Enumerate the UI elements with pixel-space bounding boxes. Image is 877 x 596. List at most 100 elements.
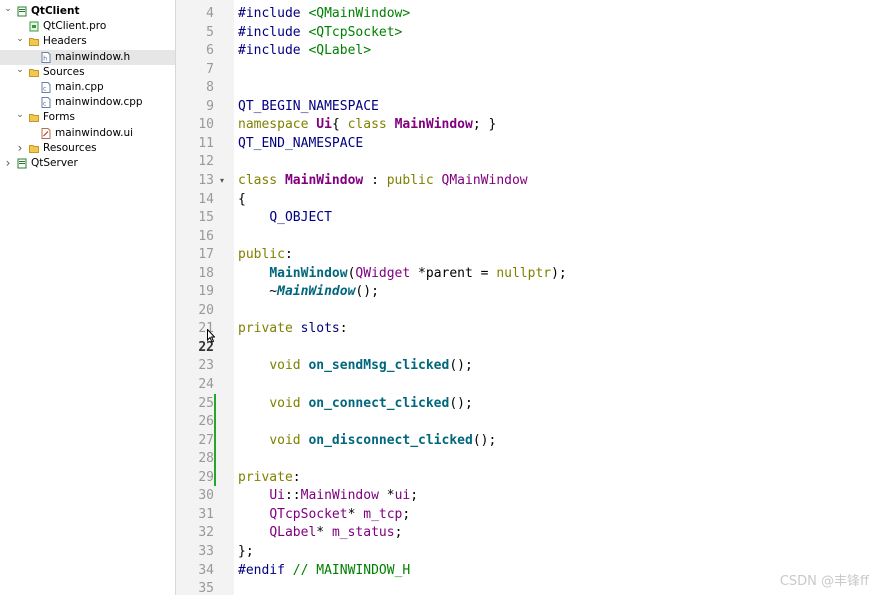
- code-line[interactable]: #include <QTcpSocket>: [238, 25, 402, 40]
- tree-item-label: mainwindow.cpp: [55, 96, 143, 109]
- code-line[interactable]: void on_disconnect_clicked();: [238, 433, 496, 448]
- code-line[interactable]: MainWindow(QWidget *parent = nullptr);: [238, 266, 566, 281]
- tree-item-label: Headers: [43, 35, 87, 48]
- tree-item-label: QtClient: [31, 5, 80, 17]
- code-line[interactable]: #endif // MAINWINDOW_H: [238, 563, 410, 578]
- line-number: 11: [198, 135, 214, 151]
- change-marker: [214, 412, 216, 431]
- tree-item-label: mainwindow.ui: [55, 126, 134, 139]
- code-line[interactable]: };: [238, 544, 254, 559]
- tree-item-resources[interactable]: › Resources: [0, 141, 175, 156]
- code-line[interactable]: public:: [238, 247, 293, 262]
- change-marker: [214, 467, 216, 487]
- line-number: 17: [198, 247, 214, 263]
- change-marker: [214, 449, 216, 468]
- line-number: 33: [198, 543, 214, 559]
- line-number: 27: [198, 432, 214, 448]
- code-line[interactable]: Q_OBJECT: [238, 210, 332, 225]
- line-number: 5: [206, 24, 214, 40]
- tree-item-headers[interactable]: ⌄ Headers: [0, 34, 175, 49]
- code-line[interactable]: private slots:: [238, 321, 348, 336]
- folder-icon: [29, 67, 39, 78]
- svg-text:c: c: [43, 86, 46, 93]
- line-number: 14: [198, 191, 214, 207]
- code-line[interactable]: class MainWindow : public QMainWindow: [238, 173, 528, 188]
- tree-item-qtclient-pro[interactable]: QtClient.pro: [0, 19, 175, 34]
- tree-item-main-cpp[interactable]: c main.cpp: [0, 80, 175, 95]
- project-tree: ⌄ QtClient QtClient.pro ⌄ Headers h mainwindow…: [0, 0, 176, 595]
- code-line[interactable]: ~MainWindow();: [238, 284, 379, 299]
- line-number: 25: [198, 395, 214, 411]
- line-number: 20: [198, 302, 214, 318]
- line-number: 30: [198, 488, 214, 504]
- line-number: 26: [198, 414, 214, 430]
- pro-file-icon: [29, 21, 39, 32]
- line-number: 32: [198, 525, 214, 541]
- code-line[interactable]: QT_END_NAMESPACE: [238, 136, 363, 151]
- chevron-down-icon[interactable]: ⌄: [15, 65, 25, 80]
- line-number: 28: [198, 451, 214, 467]
- project-icon: [17, 158, 27, 169]
- project-icon: [17, 6, 27, 17]
- chevron-down-icon[interactable]: ⌄: [15, 110, 25, 125]
- code-line[interactable]: {: [238, 192, 246, 207]
- tree-item-label: Forms: [43, 111, 75, 124]
- tree-item-label: main.cpp: [55, 81, 104, 93]
- code-line[interactable]: private:: [238, 470, 301, 485]
- code-line[interactable]: QT_BEGIN_NAMESPACE: [238, 99, 379, 114]
- line-number: 8: [206, 80, 214, 96]
- line-number: 9: [206, 98, 214, 114]
- change-marker: [214, 430, 216, 450]
- chevron-down-icon[interactable]: ⌄: [3, 4, 13, 19]
- ui-file-icon: [41, 127, 51, 139]
- header-file-icon: h: [41, 51, 51, 63]
- folder-icon: [29, 112, 39, 123]
- tree-item-mainwindow-h[interactable]: h mainwindow.h: [0, 49, 175, 65]
- chevron-right-icon[interactable]: ›: [3, 156, 13, 171]
- tree-item-mainwindow-cpp[interactable]: c mainwindow.cpp: [0, 95, 175, 110]
- code-line[interactable]: #include <QMainWindow>: [238, 6, 410, 21]
- line-number: 12: [198, 154, 214, 170]
- tree-item-label: QtClient.pro: [43, 20, 107, 33]
- tree-item-qtserver[interactable]: › QtServer: [0, 156, 175, 171]
- line-number: 19: [198, 284, 214, 300]
- folder-icon: [29, 143, 39, 154]
- line-number: 13: [198, 172, 214, 188]
- tree-item-label: Resources: [43, 141, 97, 154]
- tree-item-label: Sources: [43, 65, 85, 78]
- line-number: 23: [198, 358, 214, 374]
- line-number: 7: [206, 61, 214, 77]
- line-number: 16: [198, 228, 214, 244]
- cpp-file-icon: c: [41, 97, 51, 109]
- watermark: CSDN @丰锋ff: [779, 574, 869, 589]
- cpp-file-icon: c: [41, 82, 51, 93]
- tree-item-qtclient[interactable]: ⌄ QtClient: [0, 4, 175, 19]
- svg-text:c: c: [43, 101, 46, 108]
- chevron-right-icon[interactable]: ›: [15, 141, 25, 156]
- fold-marker-icon[interactable]: ▾: [220, 176, 224, 185]
- line-number: 24: [198, 377, 214, 392]
- code-line[interactable]: QTcpSocket* m_tcp;: [238, 507, 410, 522]
- line-number: 6: [206, 43, 214, 59]
- mouse-cursor-icon: [207, 329, 215, 343]
- code-line[interactable]: QLabel* m_status;: [238, 525, 402, 540]
- code-line[interactable]: void on_connect_clicked();: [238, 396, 473, 411]
- line-number: 31: [198, 506, 214, 522]
- line-number: 10: [198, 117, 214, 133]
- line-number: 15: [198, 210, 214, 226]
- code-line[interactable]: #include <QLabel>: [238, 43, 371, 58]
- tree-item-mainwindow-ui[interactable]: mainwindow.ui: [0, 126, 175, 141]
- line-number: 4: [206, 6, 214, 21]
- folder-icon: [29, 36, 39, 47]
- tree-item-sources[interactable]: ⌄ Sources: [0, 65, 175, 80]
- tree-item-label: QtServer: [31, 157, 78, 169]
- code-line[interactable]: Ui::MainWindow *ui;: [238, 488, 418, 503]
- svg-text:h: h: [43, 55, 47, 62]
- chevron-down-icon[interactable]: ⌄: [15, 34, 25, 49]
- code-line[interactable]: namespace Ui{ class MainWindow; }: [238, 117, 496, 132]
- line-number: 29: [198, 469, 214, 485]
- code-line[interactable]: void on_sendMsg_clicked();: [238, 358, 473, 373]
- line-number: 35: [198, 581, 214, 596]
- line-number: 18: [198, 265, 214, 281]
- tree-item-forms[interactable]: ⌄ Forms: [0, 110, 175, 125]
